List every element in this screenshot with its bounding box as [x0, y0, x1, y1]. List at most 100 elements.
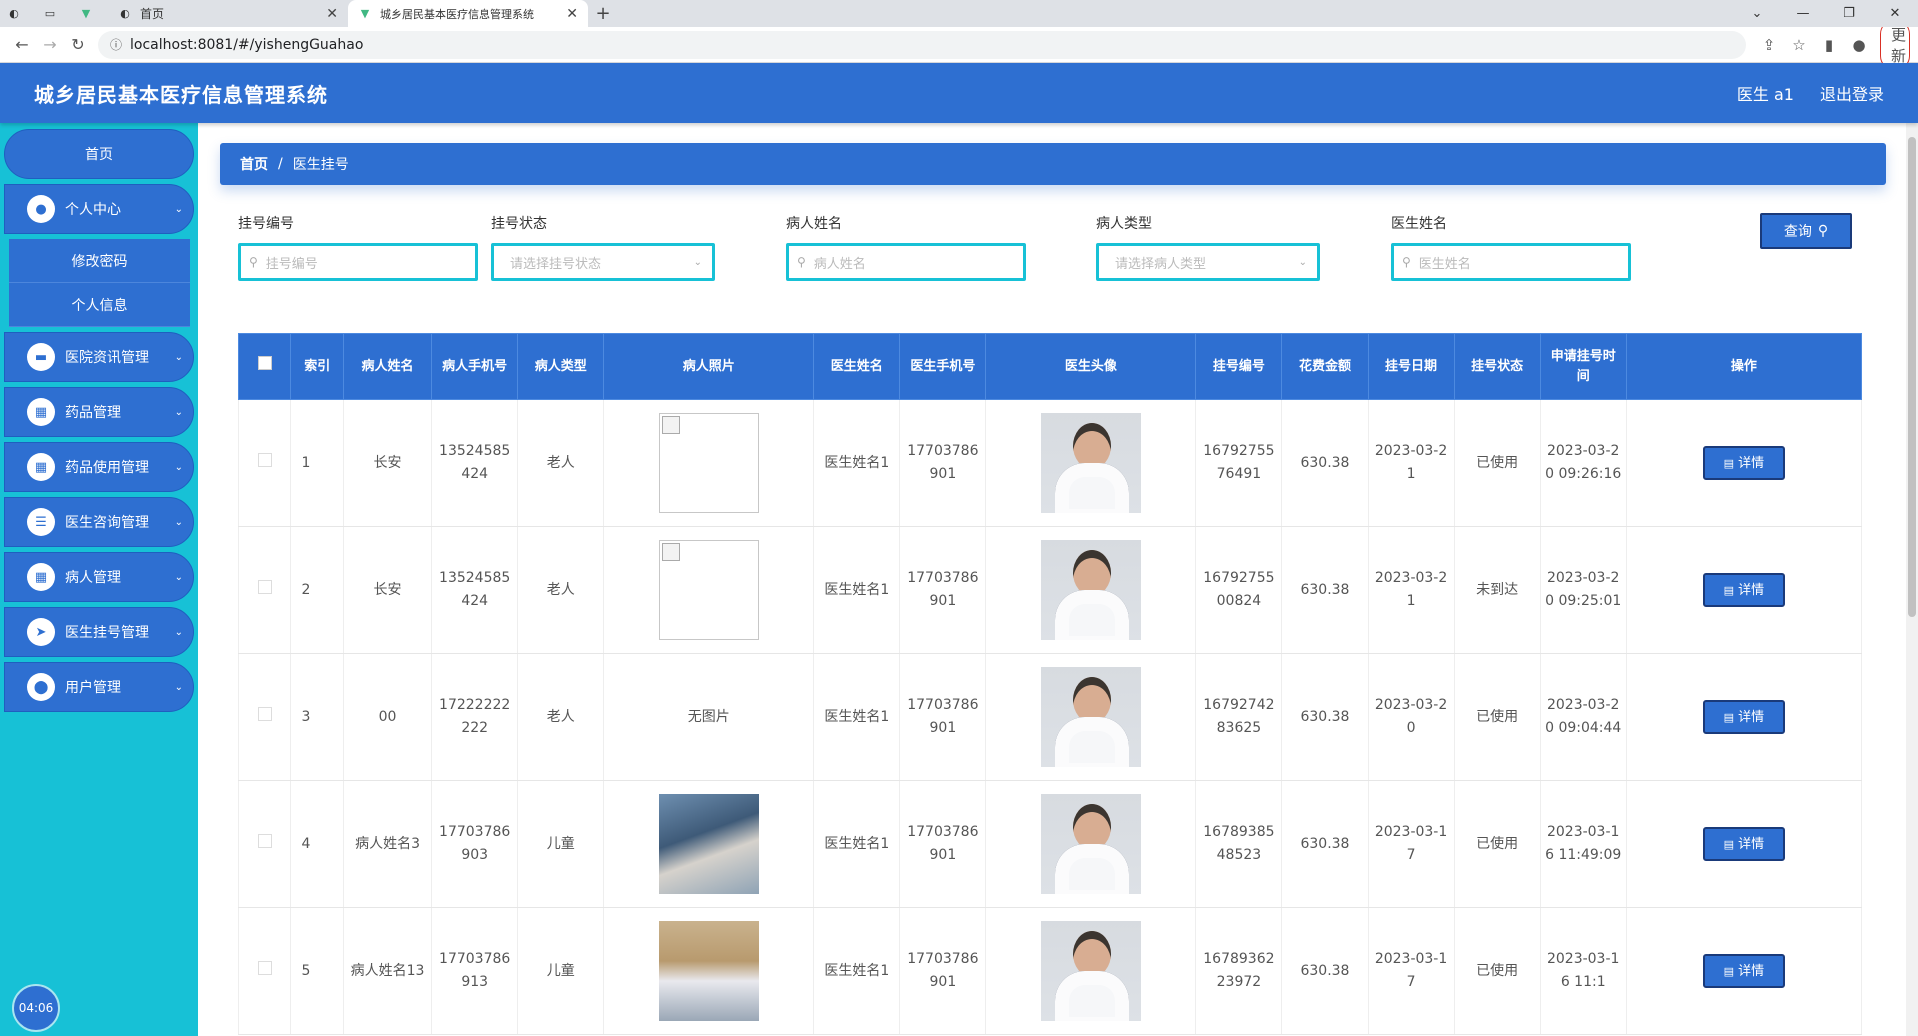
reload-button[interactable]: ↻	[64, 31, 92, 59]
cell-status: 已使用	[1454, 399, 1541, 527]
row-checkbox[interactable]	[237, 653, 292, 781]
column-header: 病人照片	[603, 333, 815, 400]
patient-type-select[interactable]: 请选择病人类型 ⌄	[1096, 243, 1320, 281]
browser-tab[interactable]: ▼	[72, 0, 108, 27]
doctor-avatar[interactable]	[1040, 794, 1141, 894]
query-button[interactable]: 查询 ⚲	[1760, 213, 1852, 249]
sidebar-item-label: 药品使用管理	[65, 460, 149, 476]
chevron-down-icon: ⌄	[174, 516, 183, 528]
sidebar-item-label: 个人中心	[65, 202, 121, 218]
doctor-avatar[interactable]	[1040, 413, 1141, 513]
scrollbar[interactable]	[1906, 123, 1918, 1036]
star-icon[interactable]: ☆	[1784, 36, 1814, 54]
chevron-down-icon: ⌄	[174, 571, 183, 583]
detail-button[interactable]: ▤ 详情	[1702, 573, 1785, 607]
cell-apply-time: 2023-03-20 09:25:01	[1540, 526, 1627, 654]
patient-name-input[interactable]: ⚲ 病人姓名	[786, 243, 1026, 281]
row-checkbox[interactable]	[237, 780, 292, 908]
cell-index: 2	[290, 526, 344, 654]
row-checkbox[interactable]	[237, 526, 292, 654]
table-row: 3 00 17222222222 老人 无图片 医生姓名1 17703786901 16792…	[237, 653, 1863, 781]
share-icon[interactable]: ⇪	[1754, 36, 1784, 54]
status-select[interactable]: 请选择挂号状态 ⌄	[491, 243, 715, 281]
sidebar-item-registration[interactable]: ➤ 医生挂号管理 ⌄	[4, 607, 194, 657]
chevron-down-icon: ⌄	[174, 681, 183, 693]
minimize-button[interactable]: —	[1780, 0, 1826, 27]
browser-tab-home[interactable]: ◐ 首页 ✕	[108, 0, 348, 27]
breadcrumb-home[interactable]: 首页	[240, 154, 268, 174]
search-icon: ⚲	[1817, 223, 1829, 239]
doctor-name-input[interactable]: ⚲ 医生姓名	[1391, 243, 1631, 281]
close-window-button[interactable]: ✕	[1872, 0, 1918, 27]
row-checkbox[interactable]	[237, 399, 292, 527]
sidebar-item-patients[interactable]: ▦ 病人管理 ⌄	[4, 552, 194, 602]
cell-doctor-name: 医生姓名1	[813, 907, 901, 1035]
search-icon: ⚲	[249, 255, 258, 269]
code-input[interactable]: ⚲ 挂号编号	[238, 243, 478, 281]
input-placeholder: 医生姓名	[1418, 256, 1471, 272]
scrollbar-thumb[interactable]	[1908, 137, 1916, 617]
cell-date: 2023-03-21	[1368, 526, 1455, 654]
logout-link[interactable]: 退出登录	[1820, 81, 1884, 105]
breadcrumb-separator: /	[278, 156, 283, 172]
browser-tabbar: ◐ ▭ ▼ ◐ 首页 ✕ ▼ 城乡居民基本医疗信息管理系统 ✕ + ⌄ — ❐ …	[0, 0, 1918, 27]
cell-patient-name: 病人姓名3	[343, 780, 433, 908]
update-button[interactable]: 更新	[1880, 19, 1910, 70]
sidebar-item-users[interactable]: ⬤ 用户管理 ⌄	[4, 662, 194, 712]
patient-photo[interactable]	[658, 921, 759, 1021]
restore-button[interactable]: ❐	[1826, 0, 1872, 27]
browser-tab[interactable]: ◐	[0, 0, 36, 27]
select-all-checkbox[interactable]	[237, 333, 292, 400]
sidebar-subitem-personal-info[interactable]: 个人信息	[9, 283, 190, 327]
close-icon[interactable]: ✕	[326, 6, 338, 22]
patient-photo[interactable]	[658, 413, 759, 513]
info-icon[interactable]: ⓘ	[110, 36, 122, 53]
detail-button[interactable]: ▤ 详情	[1702, 446, 1785, 480]
cell-index: 1	[290, 399, 344, 527]
cell-doctor-avatar	[985, 399, 1197, 527]
detail-button[interactable]: ▤ 详情	[1702, 827, 1785, 861]
app-header: 城乡居民基本医疗信息管理系统 医生 a1 退出登录	[0, 63, 1918, 123]
select-placeholder: 请选择挂号状态	[510, 256, 602, 272]
sidebar-item-hospital-news[interactable]: ▬ 医院资讯管理 ⌄	[4, 332, 194, 382]
clock-badge[interactable]: 04:06	[12, 984, 60, 1032]
sidebar-item-drugs[interactable]: ▦ 药品管理 ⌄	[4, 387, 194, 437]
cell-amount: 630.38	[1281, 780, 1369, 908]
doctor-avatar[interactable]	[1040, 540, 1141, 640]
cell-patient-type: 老人	[517, 653, 605, 781]
sidebar-item-label: 用户管理	[65, 680, 121, 696]
new-tab-button[interactable]: +	[588, 0, 618, 27]
profile-icon[interactable]: ●	[1844, 36, 1874, 54]
document-icon: ▤	[1723, 710, 1735, 724]
cell-doctor-avatar	[985, 780, 1197, 908]
sidebar-item-home[interactable]: 首页	[4, 129, 194, 179]
patient-photo[interactable]	[658, 794, 759, 894]
detail-button[interactable]: ▤ 详情	[1702, 954, 1785, 988]
sidebar-item-doctor-consult[interactable]: ☰ 医生咨询管理 ⌄	[4, 497, 194, 547]
cell-index: 3	[290, 653, 344, 781]
chevron-down-icon[interactable]: ⌄	[1734, 0, 1780, 27]
doctor-avatar[interactable]	[1040, 667, 1141, 767]
sidebar-item-personal-center[interactable]: ● 个人中心 ⌄	[4, 184, 194, 234]
document-icon: ▤	[1723, 964, 1735, 978]
cell-patient-phone: 13524585424	[431, 526, 519, 654]
forward-button[interactable]: →	[36, 31, 64, 59]
browser-tab-active[interactable]: ▼ 城乡居民基本医疗信息管理系统 ✕	[348, 0, 588, 27]
back-button[interactable]: ←	[8, 31, 36, 59]
sidebar-item-drug-usage[interactable]: ▦ 药品使用管理 ⌄	[4, 442, 194, 492]
grid-icon: ▦	[27, 398, 55, 426]
browser-tab[interactable]: ▭	[36, 0, 72, 27]
sidebar-item-label: 医生咨询管理	[65, 515, 149, 531]
detail-button[interactable]: ▤ 详情	[1702, 700, 1785, 734]
close-icon[interactable]: ✕	[566, 6, 578, 22]
cell-actions: ▤ 详情	[1626, 526, 1863, 654]
globe-icon: ◐	[9, 7, 19, 20]
sidebar-subitem-change-password[interactable]: 修改密码	[9, 239, 190, 283]
row-checkbox[interactable]	[237, 907, 292, 1035]
doctor-avatar[interactable]	[1040, 921, 1141, 1021]
sidepanel-icon[interactable]: ▮	[1814, 36, 1844, 54]
button-label: 详情	[1738, 582, 1765, 598]
patient-photo[interactable]	[658, 540, 759, 640]
url-field[interactable]: ⓘ localhost:8081/#/yishengGuahao	[98, 30, 1746, 59]
cell-apply-time: 2023-03-20 09:04:44	[1540, 653, 1627, 781]
